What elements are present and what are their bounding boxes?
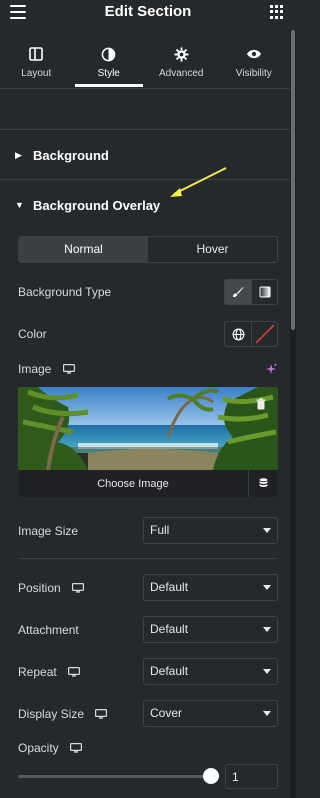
toggle-hover[interactable]: Hover [148,237,277,262]
tab-separator-band [0,88,290,130]
toggle-normal[interactable]: Normal [19,237,148,262]
monitor-icon[interactable] [72,582,85,596]
scrollbar-thumb[interactable] [291,30,295,330]
position-label: Position [18,581,61,595]
scrollbar[interactable] [290,30,296,798]
gear-icon [145,42,218,66]
tab-layout-label: Layout [21,68,52,79]
image-size-label: Image Size [18,524,79,538]
divider [18,558,278,559]
image-size-value: Full [150,523,170,537]
monitor-icon[interactable] [95,708,108,722]
opacity-label-row: Opacity [18,741,83,756]
clear-color-icon[interactable] [251,322,277,346]
attachment-label: Attachment [18,623,79,637]
section-overlay-title: Background Overlay [33,197,161,213]
tab-advanced-label: Advanced [159,68,204,79]
opacity-label: Opacity [18,741,59,755]
chevron-down-icon [263,669,271,674]
position-value: Default [150,580,189,594]
grid-icon[interactable] [270,5,284,19]
tab-layout[interactable]: Layout [0,32,73,87]
tab-visibility-label: Visibility [235,68,272,79]
layout-icon [0,42,73,66]
brush-icon[interactable] [225,280,251,304]
choose-image-button[interactable]: Choose Image [18,478,248,490]
monitor-icon[interactable] [68,666,81,680]
panel-title: Edit Section [104,3,192,20]
section-background-title: Background [33,148,109,163]
section-background[interactable]: ▶ Background [0,132,290,180]
repeat-value: Default [150,664,189,678]
image-picker[interactable]: Choose Image [18,387,278,497]
caret-right-icon: ▶ [15,150,22,160]
annotation-arrow-icon [170,167,227,197]
globe-icon[interactable] [225,322,251,346]
opacity-slider-handle[interactable] [203,768,219,784]
background-type-choices [224,279,278,305]
monitor-icon[interactable] [70,742,83,756]
image-label-row: Image [18,362,75,377]
chevron-down-icon [263,711,271,716]
chevron-down-icon [263,528,271,533]
panel-header: Edit Section [0,0,296,28]
chevron-down-icon [263,627,271,632]
tab-advanced[interactable]: Advanced [145,32,218,87]
beach-image-preview [18,387,278,470]
tab-bar: Layout Style Advanced Visibility [0,32,290,87]
tab-visibility[interactable]: Visibility [218,32,291,87]
image-label: Image [18,362,52,376]
state-toggle: Normal Hover [18,236,278,263]
attachment-value: Default [150,622,189,636]
sparkle-icon[interactable] [265,362,277,380]
opacity-number-input[interactable] [225,764,278,789]
display-size-value: Cover [150,706,183,720]
repeat-label-row: Repeat [18,665,81,680]
gradient-icon[interactable] [251,280,277,304]
repeat-label: Repeat [18,665,57,679]
opacity-slider-track[interactable] [18,775,212,778]
display-size-label-row: Display Size [18,707,108,722]
choose-image-bar: Choose Image [18,470,278,497]
eye-icon [218,42,291,66]
color-label: Color [18,327,47,341]
section-background-overlay[interactable]: ▼ Background Overlay [0,181,290,229]
tab-style[interactable]: Style [73,32,146,87]
chevron-down-icon [263,585,271,590]
contrast-icon [73,42,146,66]
repeat-select[interactable]: Default [143,658,278,685]
image-size-select[interactable]: Full [143,517,278,544]
display-size-label: Display Size [18,707,85,721]
monitor-icon[interactable] [62,363,75,377]
color-controls [224,321,278,347]
caret-down-icon: ▼ [15,200,24,210]
tab-style-label: Style [97,68,120,79]
attachment-select[interactable]: Default [143,616,278,643]
background-type-label: Background Type [18,285,112,299]
trash-icon[interactable] [256,397,266,415]
position-label-row: Position [18,581,85,596]
display-size-select[interactable]: Cover [143,700,278,727]
dynamic-tags-icon[interactable] [248,470,278,497]
position-select[interactable]: Default [143,574,278,601]
